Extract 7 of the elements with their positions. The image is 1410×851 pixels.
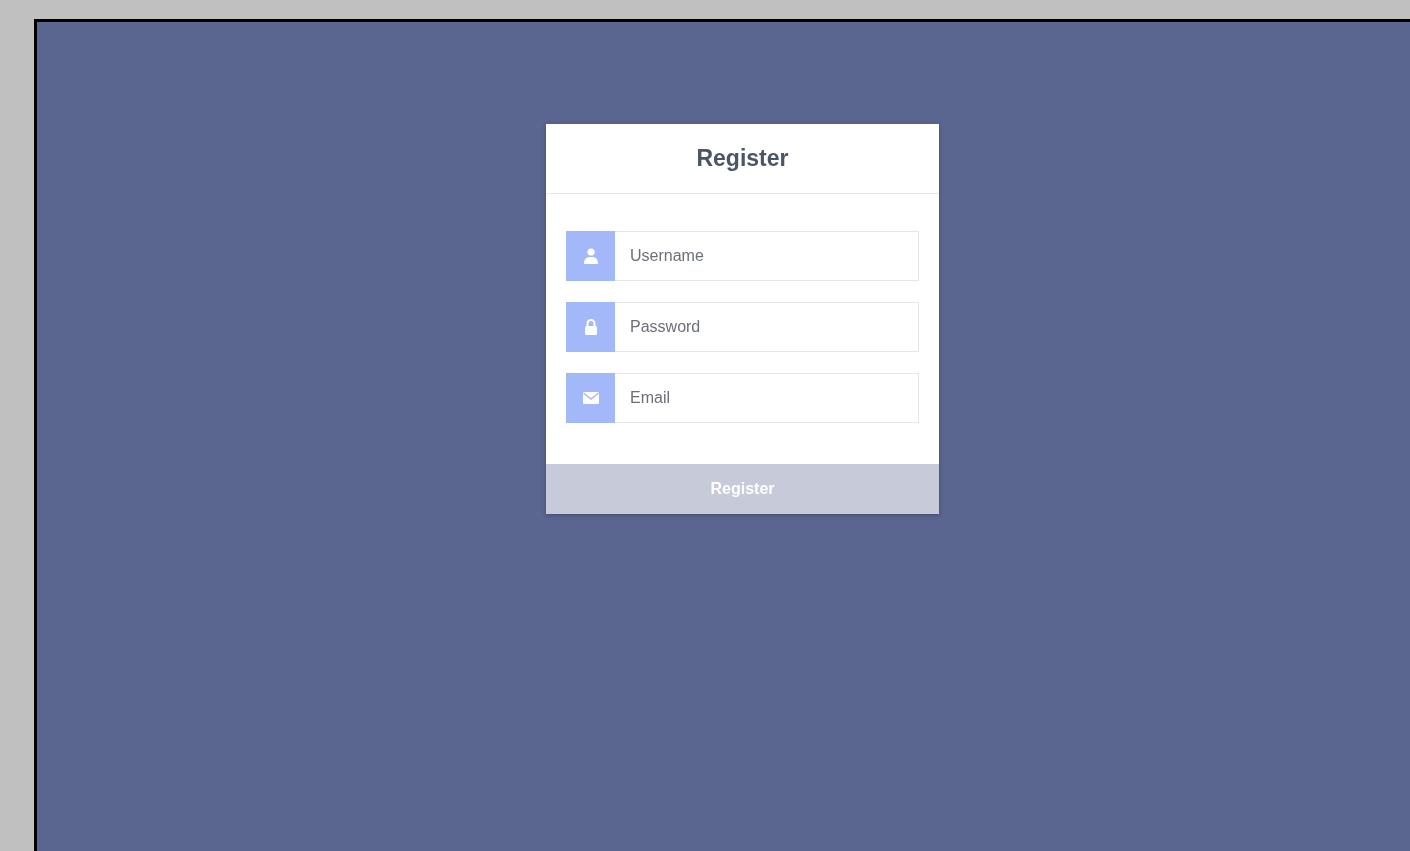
input-field[interactable]: Password <box>615 302 919 352</box>
input-field[interactable]: Username <box>615 231 919 281</box>
user-icon <box>583 248 598 264</box>
lock-icon <box>583 319 598 335</box>
form-title: Register <box>696 145 789 172</box>
mail-icon <box>582 392 599 404</box>
input-field[interactable]: Email <box>615 373 919 423</box>
